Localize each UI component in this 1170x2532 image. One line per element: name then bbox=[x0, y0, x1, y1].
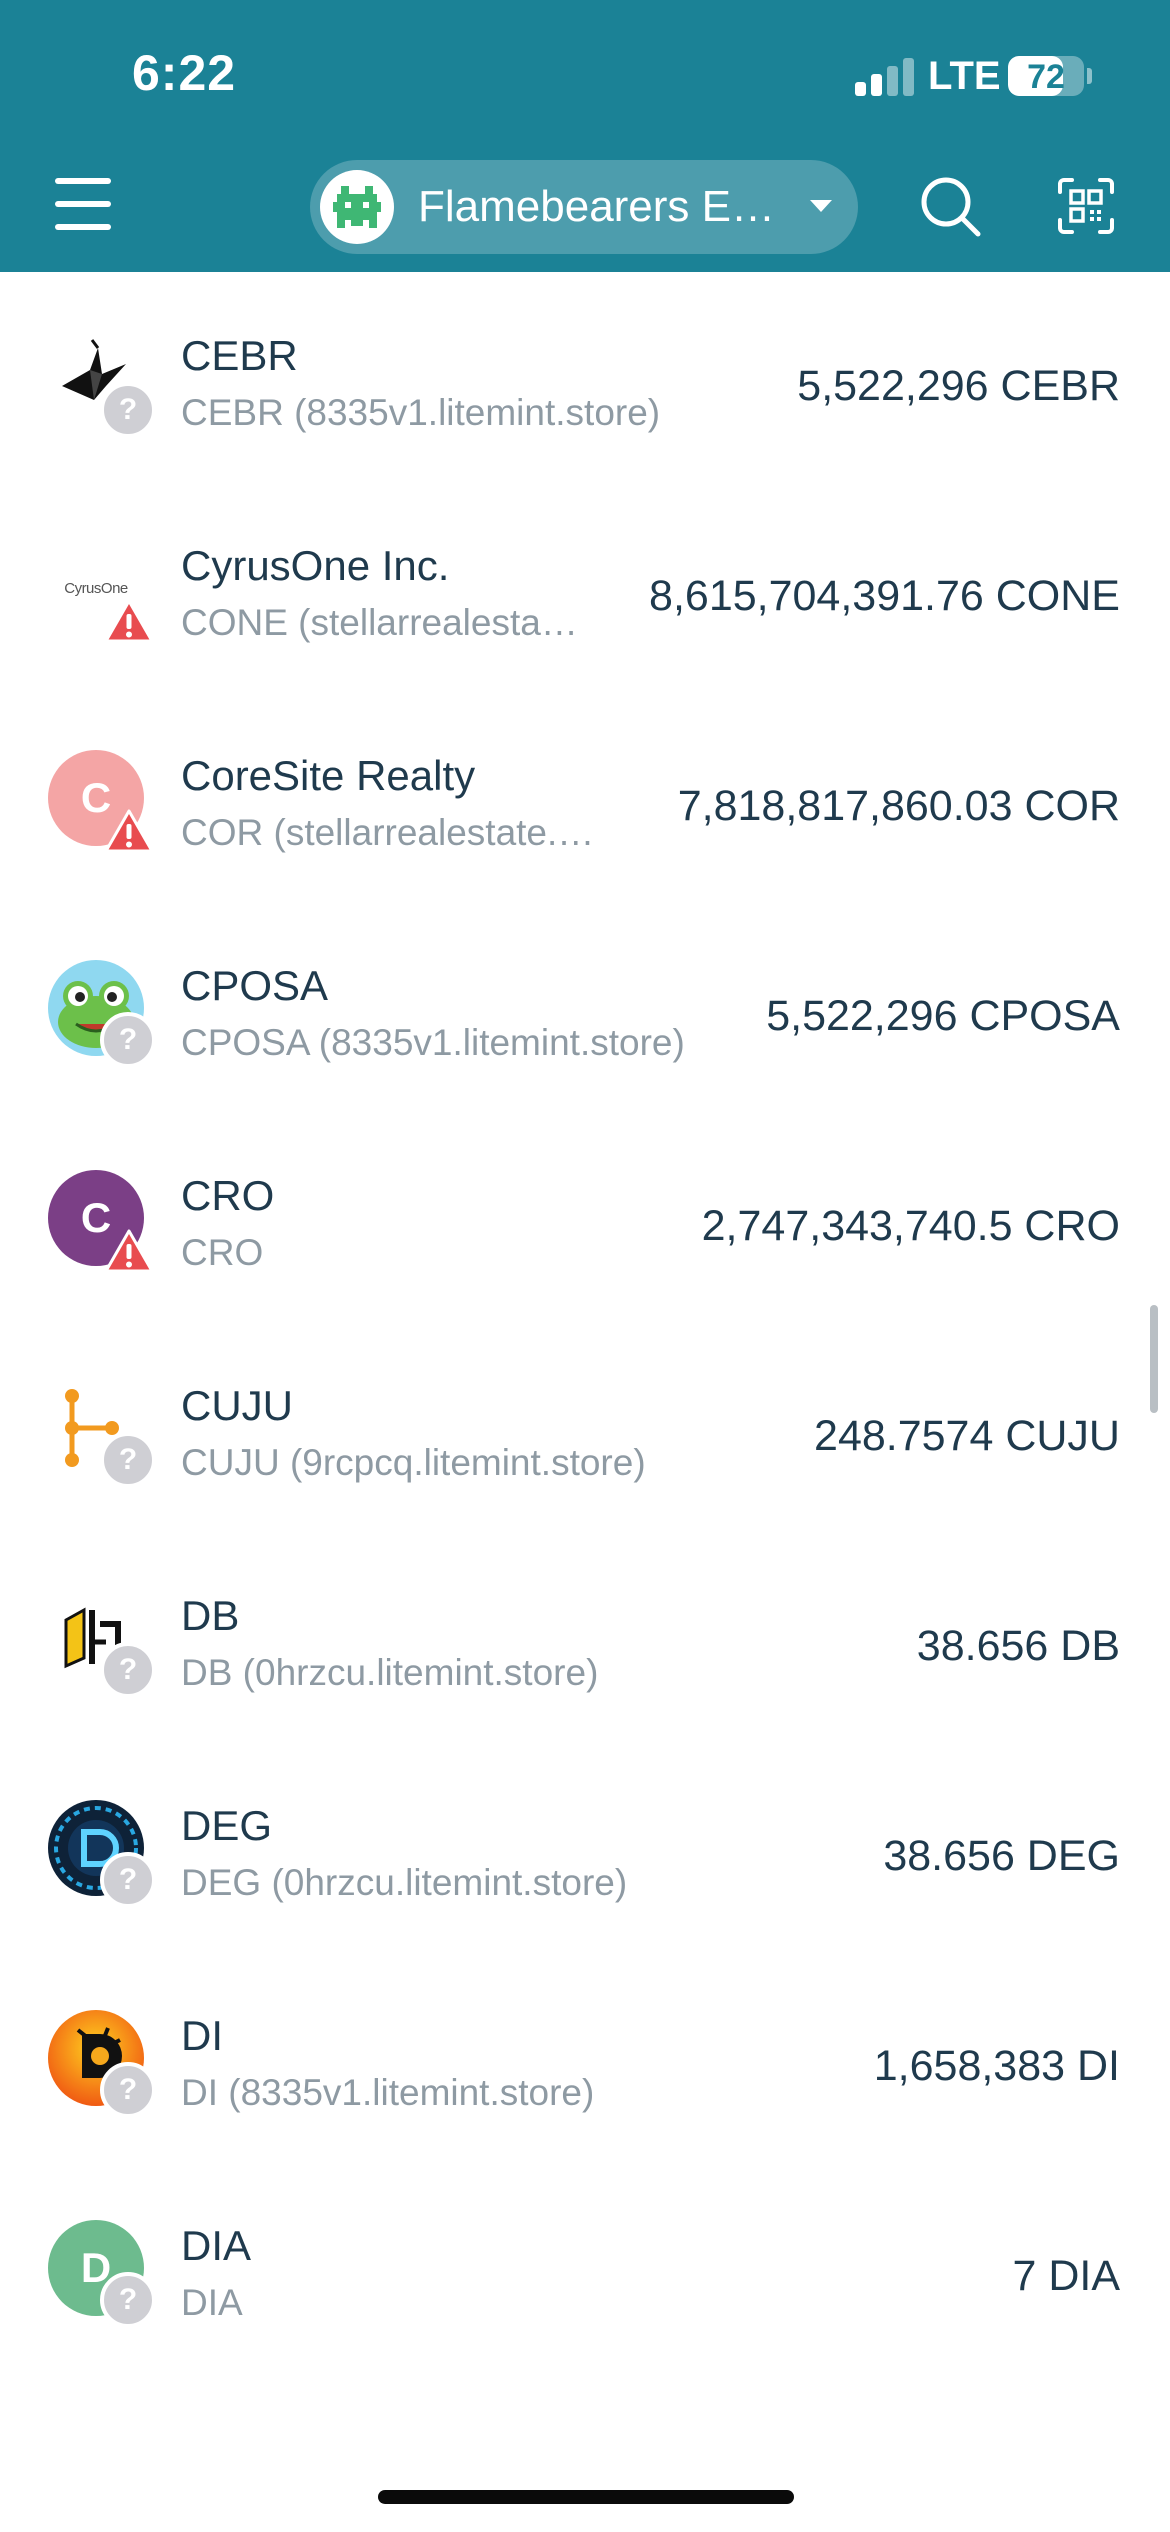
battery-cap bbox=[1087, 68, 1092, 84]
unverified-badge-icon: ? bbox=[100, 1642, 156, 1698]
asset-row-db[interactable]: ? DB DB (0hrzcu.litemint.store) 38.656 D… bbox=[0, 1532, 1170, 1742]
warning-badge-icon bbox=[104, 1229, 154, 1273]
unverified-badge-icon: ? bbox=[100, 2272, 156, 2328]
asset-code: CEBR bbox=[181, 332, 298, 379]
asset-row-cposa[interactable]: ? CPOSA CPOSA (8335v1.litemint.store) 5,… bbox=[0, 902, 1170, 1112]
asset-icon: ? bbox=[48, 1800, 156, 1908]
asset-issuer: COR (stellarrealestate.… bbox=[181, 812, 595, 853]
app-header: 6:22 LTE 72 Flamebearers E… bbox=[0, 0, 1170, 272]
wallet-avatar bbox=[320, 170, 394, 244]
asset-issuer: DIA bbox=[181, 2282, 243, 2323]
unverified-badge-icon: ? bbox=[100, 1012, 156, 1068]
network-type: LTE bbox=[928, 54, 1001, 98]
asset-icon: D ? bbox=[48, 2220, 156, 2328]
asset-code: CPOSA bbox=[181, 962, 329, 1009]
asset-icon: CyrusOne bbox=[48, 540, 154, 643]
asset-icon: ? bbox=[48, 960, 156, 1068]
hamburger-menu-icon bbox=[55, 178, 111, 184]
cyrusone-logo-text: CyrusOne bbox=[64, 579, 128, 597]
chevron-down-icon bbox=[810, 200, 832, 212]
asset-balance: 7,818,817,860.03 COR bbox=[677, 782, 1120, 830]
asset-row-cebr[interactable]: ? CEBR CEBR (8335v1.litemint.store) 5,52… bbox=[0, 272, 1170, 482]
asset-icon: ? bbox=[48, 330, 156, 438]
asset-balance: 1,658,383 DI bbox=[873, 2042, 1120, 2090]
asset-balance: 5,522,296 CEBR bbox=[797, 362, 1120, 410]
asset-issuer: DI (8335v1.litemint.store) bbox=[181, 2072, 595, 2113]
asset-balance: 38.656 DB bbox=[916, 1622, 1120, 1670]
asset-balance: 38.656 DEG bbox=[883, 1832, 1120, 1880]
asset-row-cone[interactable]: CyrusOne CyrusOne Inc. CONE (stellarreal… bbox=[0, 482, 1170, 692]
wallet-name: Flamebearers E… bbox=[418, 182, 776, 231]
asset-list: ? CEBR CEBR (8335v1.litemint.store) 5,52… bbox=[0, 272, 1170, 2372]
asset-issuer: CEBR (8335v1.litemint.store) bbox=[181, 392, 661, 433]
unverified-badge-icon: ? bbox=[100, 1432, 156, 1488]
asset-balance: 7 DIA bbox=[1012, 2252, 1120, 2300]
warning-badge-icon bbox=[104, 599, 154, 643]
asset-icon: ? bbox=[48, 2010, 156, 2118]
home-indicator[interactable] bbox=[378, 2490, 794, 2504]
asset-code: DI bbox=[181, 2012, 223, 2059]
asset-balance: 8,615,704,391.76 CONE bbox=[649, 572, 1120, 620]
asset-code: CyrusOne Inc. bbox=[181, 542, 450, 589]
scan-button[interactable] bbox=[1056, 176, 1116, 236]
asset-issuer: CRO bbox=[181, 1232, 264, 1273]
pixel-invader-icon bbox=[333, 186, 381, 228]
asset-row-deg[interactable]: ? DEG DEG (0hrzcu.litemint.store) 38.656… bbox=[0, 1742, 1170, 1952]
asset-code: DIA bbox=[181, 2222, 252, 2269]
asset-issuer: CUJU (9rcpcq.litemint.store) bbox=[181, 1442, 646, 1483]
asset-code: DB bbox=[181, 1592, 240, 1639]
asset-issuer: DEG (0hrzcu.litemint.store) bbox=[181, 1862, 628, 1903]
signal-strength-icon bbox=[855, 56, 915, 96]
asset-icon: C bbox=[48, 750, 154, 853]
asset-balance: 5,522,296 CPOSA bbox=[766, 992, 1120, 1040]
asset-code: CRO bbox=[181, 1172, 275, 1219]
scrollbar[interactable] bbox=[1150, 1305, 1158, 1413]
unverified-badge-icon: ? bbox=[100, 1852, 156, 1908]
status-time: 6:22 bbox=[132, 45, 237, 101]
wallet-selector-button[interactable]: Flamebearers E… bbox=[310, 160, 858, 254]
asset-row-cro[interactable]: C CRO CRO 2,747,343,740.5 CRO bbox=[0, 1112, 1170, 1322]
asset-icon: ? bbox=[48, 1380, 156, 1488]
asset-icon: C bbox=[48, 1170, 154, 1273]
asset-issuer: CONE (stellarrealesta… bbox=[181, 602, 578, 643]
battery-icon: 72 bbox=[1008, 56, 1084, 96]
asset-issuer: CPOSA (8335v1.litemint.store) bbox=[181, 1022, 685, 1063]
asset-balance: 248.7574 CUJU bbox=[814, 1412, 1120, 1460]
asset-code: CUJU bbox=[181, 1382, 293, 1429]
asset-row-cor[interactable]: C CoreSite Realty COR (stellarrealestate… bbox=[0, 692, 1170, 902]
asset-row-dia[interactable]: D ? DIA DIA 7 DIA bbox=[0, 2162, 1170, 2372]
asset-issuer: DB (0hrzcu.litemint.store) bbox=[181, 1652, 599, 1693]
asset-code: DEG bbox=[181, 1802, 273, 1849]
asset-row-cuju[interactable]: ? CUJU CUJU (9rcpcq.litemint.store) 248.… bbox=[0, 1322, 1170, 1532]
warning-badge-icon bbox=[104, 809, 154, 853]
search-button[interactable] bbox=[918, 174, 982, 238]
asset-balance: 2,747,343,740.5 CRO bbox=[701, 1202, 1120, 1250]
qr-scan-icon bbox=[1058, 178, 1114, 234]
battery-percent: 72 bbox=[1027, 58, 1065, 96]
asset-row-di[interactable]: ? DI DI (8335v1.litemint.store) 1,658,38… bbox=[0, 1952, 1170, 2162]
unverified-badge-icon: ? bbox=[100, 382, 156, 438]
asset-icon: ? bbox=[48, 1590, 156, 1698]
search-icon bbox=[921, 177, 981, 237]
asset-code: CoreSite Realty bbox=[181, 752, 476, 799]
unverified-badge-icon: ? bbox=[100, 2062, 156, 2118]
menu-button[interactable] bbox=[55, 178, 111, 230]
